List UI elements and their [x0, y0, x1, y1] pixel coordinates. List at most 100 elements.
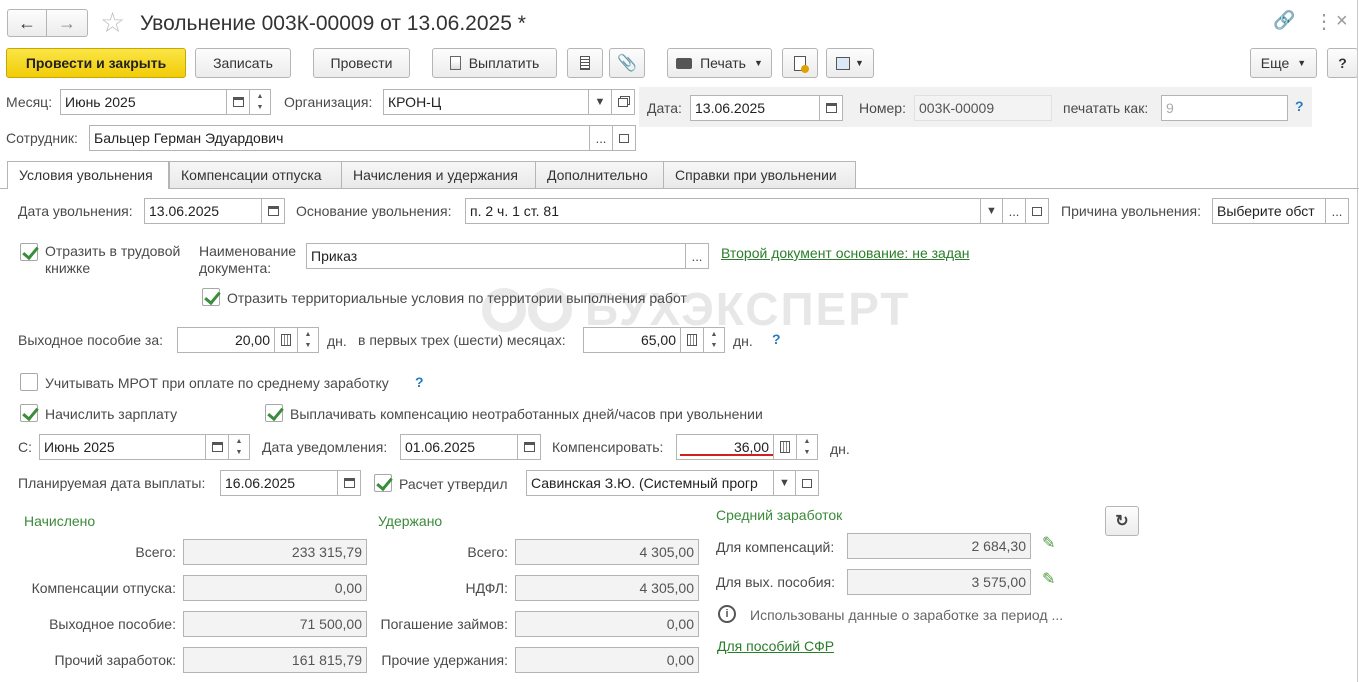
date-calendar-button[interactable] [819, 95, 843, 121]
approved-by-dropdown-button[interactable]: ▼ [773, 470, 796, 496]
approved-by-field[interactable]: Савинская З.Ю. (Системный прогр [526, 470, 774, 496]
withheld-other-field: 0,00 [515, 647, 699, 673]
approved-checkbox[interactable] [374, 474, 392, 492]
print-as-field[interactable]: 9 [1161, 95, 1288, 121]
post-button[interactable]: Провести [313, 48, 410, 78]
month-spinner[interactable]: ▲ ▼ [249, 89, 271, 115]
basis-dropdown-button[interactable]: ▼ [980, 198, 1003, 224]
dropdown-arrow-icon: ▼ [855, 58, 864, 68]
dropdown-arrow-icon: ▼ [594, 96, 606, 108]
help-button[interactable]: ? [1327, 48, 1358, 78]
from-month-field[interactable]: Июнь 2025 [39, 434, 206, 460]
from-month-calendar-button[interactable] [205, 434, 229, 460]
organization-dropdown-button[interactable]: ▼ [588, 89, 612, 115]
basis-open-button[interactable] [1025, 198, 1049, 224]
dropdown-arrow-icon: ▼ [753, 58, 763, 68]
accrue-salary-checkbox[interactable] [20, 404, 38, 422]
calculator-icon [780, 441, 790, 453]
accrued-severance-label: Выходное пособие: [49, 616, 176, 632]
severance-calculator-button[interactable] [274, 327, 298, 353]
create-based-on-button[interactable]: ▼ [826, 48, 874, 78]
link-icon[interactable]: 🔗 [1273, 10, 1295, 31]
planned-date-calendar-button[interactable] [337, 470, 361, 496]
save-button[interactable]: Записать [195, 48, 291, 78]
back-button[interactable]: ← [7, 9, 47, 37]
pay-compensation-checkbox[interactable] [265, 404, 283, 422]
close-icon[interactable]: × [1336, 8, 1348, 34]
compensate-days-field[interactable]: 36,00 [676, 434, 774, 460]
date-field[interactable]: 13.06.2025 [690, 95, 820, 121]
tab-additional[interactable]: Дополнительно [535, 161, 664, 188]
dropdown-arrow-icon: ▼ [986, 205, 997, 217]
withheld-total-field: 4 305,00 [515, 539, 699, 565]
employee-open-button[interactable] [612, 125, 636, 151]
severance-days-field[interactable]: 20,00 [177, 327, 275, 353]
calculator-icon [687, 334, 697, 346]
workbook-checkbox[interactable] [20, 243, 38, 261]
second-document-link[interactable]: Второй документ основание: не задан [721, 244, 970, 262]
report-button[interactable] [782, 48, 818, 78]
reason-field[interactable]: Выберите обст [1212, 198, 1326, 224]
pay-button[interactable]: Выплатить [432, 48, 557, 78]
attach-button[interactable]: 📎 [609, 48, 645, 78]
notice-date-field[interactable]: 01.06.2025 [400, 434, 518, 460]
tab-accruals-deductions[interactable]: Начисления и удержания [341, 161, 536, 188]
accrued-other-label: Прочий заработок: [54, 652, 176, 668]
spin-down-icon: ▼ [304, 342, 312, 349]
forward-button[interactable]: → [47, 9, 88, 37]
basis-field[interactable]: п. 2 ч. 1 ст. 81 [465, 198, 981, 224]
document-icon [449, 56, 461, 70]
print-as-label: печатать как: [1063, 100, 1149, 116]
docname-select-button[interactable]: ... [685, 243, 709, 269]
edit-sev-pencil-icon[interactable]: ✎ [1042, 569, 1055, 589]
dismiss-date-field[interactable]: 13.06.2025 [144, 198, 262, 224]
report-icon [794, 55, 809, 73]
number-field[interactable]: 003К-00009 [914, 95, 1052, 121]
compensate-spinner[interactable]: ▲ ▼ [796, 434, 818, 460]
severance-help-icon[interactable]: ? [772, 331, 781, 347]
month-calendar-button[interactable] [226, 89, 250, 115]
territorial-checkbox[interactable] [202, 288, 220, 306]
page-title: Увольнение 003К-00009 от 13.06.2025 * [140, 12, 526, 35]
tab-vacation-compensation[interactable]: Компенсации отпуска [169, 161, 342, 188]
sfr-benefits-link[interactable]: Для пособий СФР [717, 637, 834, 655]
pay-button-label: Выплатить [468, 55, 540, 71]
from-month-spinner[interactable]: ▲ ▼ [228, 434, 250, 460]
refresh-button[interactable]: ↻ [1105, 506, 1139, 536]
planned-date-label: Планируемая дата выплаты: [18, 475, 206, 491]
post-and-close-button[interactable]: Провести и закрыть [6, 48, 186, 78]
favorite-star-icon[interactable]: ☆ [100, 6, 125, 40]
reason-select-button[interactable]: ... [1325, 198, 1349, 224]
more-vertical-icon[interactable]: ⋮ [1314, 9, 1334, 35]
more-button[interactable]: Еще ▼ [1250, 48, 1317, 78]
severance-spinner[interactable]: ▲ ▼ [297, 327, 319, 353]
mrot-checkbox[interactable] [20, 373, 38, 391]
dismiss-date-calendar-button[interactable] [261, 198, 285, 224]
compensate-calculator-button[interactable] [773, 434, 797, 460]
tab-dismissal-certificates[interactable]: Справки при увольнении [663, 161, 856, 188]
first-months-days-field[interactable]: 65,00 [583, 327, 681, 353]
first-months-calculator-button[interactable] [680, 327, 704, 353]
organization-open-button[interactable] [611, 89, 635, 115]
print-button[interactable]: Печать ▼ [667, 48, 772, 78]
employee-field[interactable]: Бальцер Герман Эдуардович [89, 125, 590, 151]
edit-comp-pencil-icon[interactable]: ✎ [1042, 533, 1055, 553]
calculator-icon [281, 334, 291, 346]
approved-by-open-button[interactable] [795, 470, 819, 496]
tab-active-gap [8, 188, 168, 189]
from-label: С: [18, 439, 32, 455]
docname-field[interactable]: Приказ [306, 243, 686, 269]
spin-up-icon: ▲ [235, 438, 243, 445]
spin-down-icon: ▼ [710, 342, 718, 349]
planned-date-field[interactable]: 16.06.2025 [220, 470, 338, 496]
list-button[interactable] [567, 48, 603, 78]
tab-dismissal-conditions[interactable]: Условия увольнения [7, 161, 169, 189]
employee-select-button[interactable]: ... [589, 125, 613, 151]
first-months-spinner[interactable]: ▲ ▼ [703, 327, 725, 353]
basis-select-button[interactable]: ... [1002, 198, 1026, 224]
month-field[interactable]: Июнь 2025 [60, 89, 227, 115]
print-as-help-icon[interactable]: ? [1295, 98, 1304, 114]
notice-date-calendar-button[interactable] [517, 434, 541, 460]
mrot-help-icon[interactable]: ? [415, 374, 424, 390]
organization-field[interactable]: КРОН-Ц [383, 89, 589, 115]
